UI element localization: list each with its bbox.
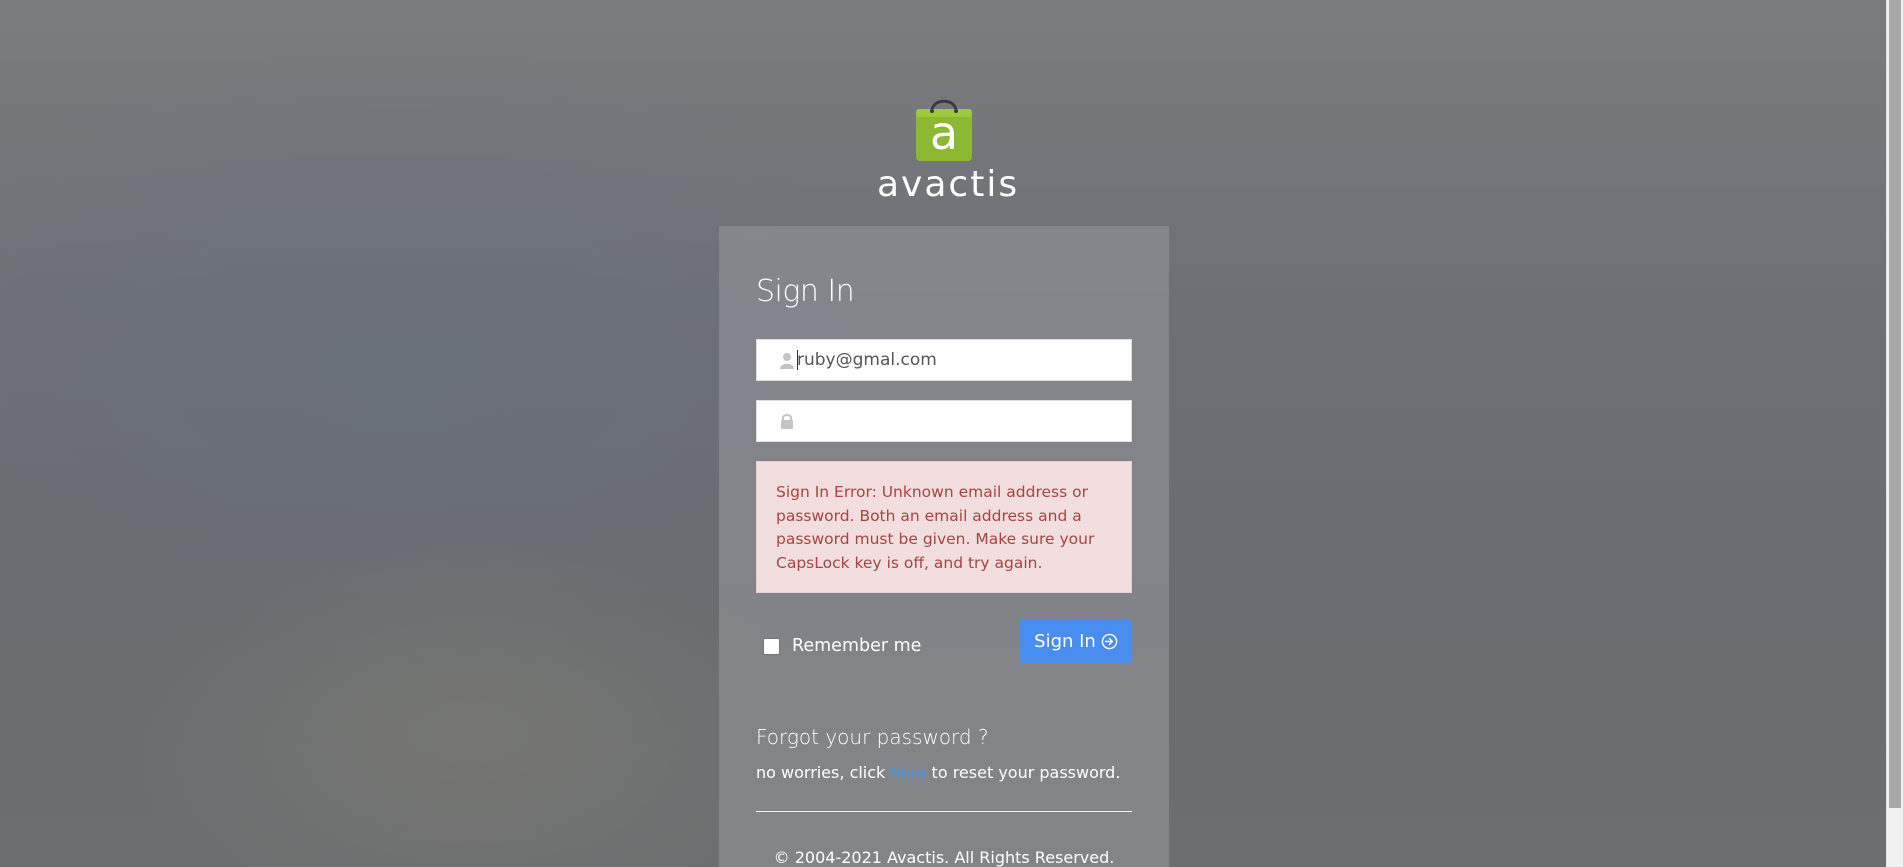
password-input[interactable] (797, 401, 1127, 441)
error-alert: Sign In Error: Unknown email address or … (756, 461, 1132, 593)
remember-me[interactable]: Remember me (763, 629, 921, 663)
sign-in-button-label: Sign In (1034, 630, 1096, 652)
remember-me-checkbox[interactable] (763, 637, 780, 655)
scrollbar-thumb[interactable] (1889, 0, 1901, 808)
forgot-password-title: Forgot your password ? (756, 725, 989, 749)
remember-me-label: Remember me (792, 636, 922, 656)
email-field[interactable] (756, 339, 1132, 381)
forgot-text-after: to reset your password. (926, 763, 1121, 782)
email-input[interactable] (797, 340, 1127, 380)
brand-logo: a avactis (877, 95, 1020, 215)
reset-password-link[interactable]: here (890, 763, 926, 782)
forgot-text-before: no worries, click (756, 763, 891, 782)
sign-in-button[interactable]: Sign In (1020, 619, 1132, 663)
vertical-scrollbar[interactable] (1886, 0, 1903, 867)
user-icon (780, 353, 794, 369)
password-field[interactable] (756, 400, 1132, 442)
sign-in-panel: Sign In Sign In Error: Unknown email add… (719, 226, 1169, 867)
page-title: Sign In (756, 274, 855, 309)
logo-letter: a (929, 106, 959, 160)
circle-arrow-right-icon (1101, 633, 1118, 649)
logo-text: avactis (877, 164, 1020, 205)
lock-icon (781, 414, 793, 429)
text-caret (797, 350, 798, 370)
forgot-password-text: no worries, click here to reset your pas… (756, 763, 1120, 782)
copyright: © 2004-2021 Avactis. All Rights Reserved… (773, 848, 1115, 867)
divider (756, 811, 1132, 812)
